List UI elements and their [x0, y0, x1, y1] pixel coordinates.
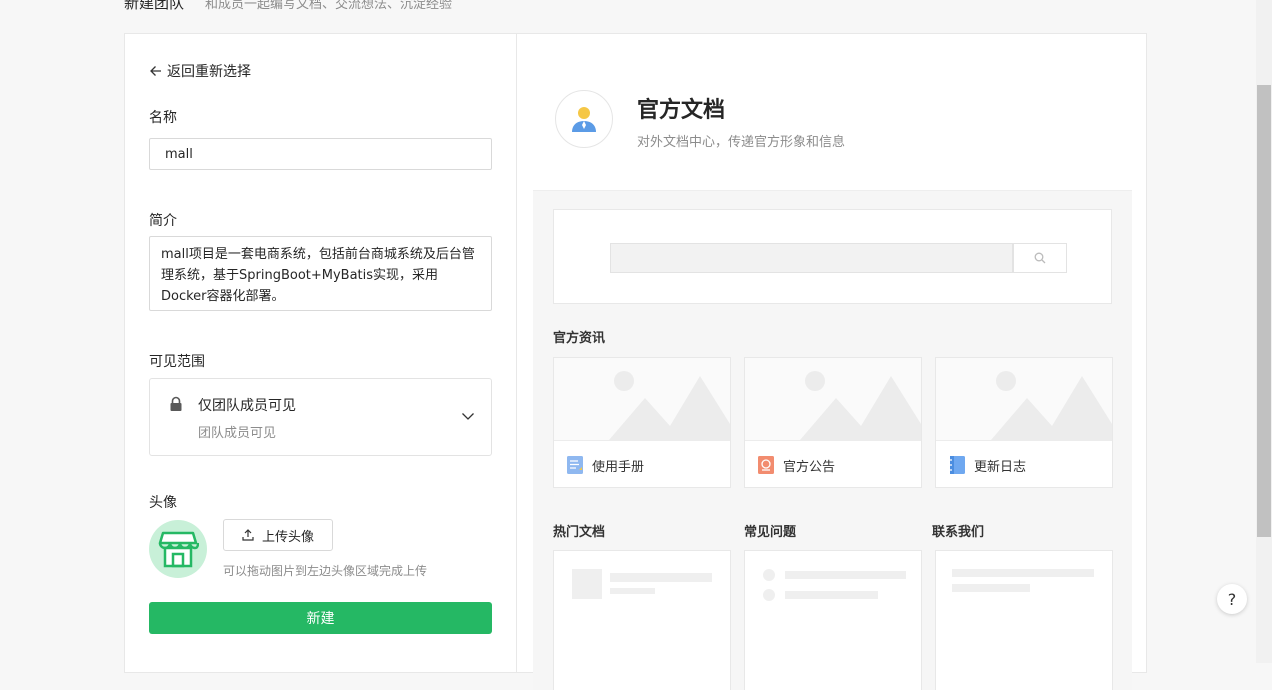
image-placeholder — [936, 358, 1112, 441]
announcement-icon — [758, 456, 774, 474]
scrollbar-thumb[interactable] — [1257, 85, 1271, 537]
thumbnail-placeholder — [572, 569, 602, 599]
image-placeholder — [745, 358, 921, 441]
avatar-label: 头像 — [149, 495, 177, 511]
preview-search-input — [610, 243, 1013, 273]
document-icon — [567, 456, 583, 474]
team-form: 返回重新选择 名称 简介 mall项目是一套电商系统，包括前台商城系统及后台管理… — [125, 34, 517, 672]
text-placeholder — [610, 573, 712, 582]
arrow-left-icon — [150, 66, 161, 76]
name-input[interactable] — [149, 138, 492, 170]
news-card: 官方公告 — [744, 357, 922, 488]
chevron-down-icon — [462, 413, 474, 420]
faq-card — [744, 550, 922, 690]
faq-title: 常见问题 — [744, 525, 797, 540]
text-placeholder — [785, 591, 878, 599]
create-team-card: 返回重新选择 名称 简介 mall项目是一套电商系统，包括前台商城系统及后台管理… — [124, 33, 1147, 690]
preview-team-title: 官方文档 — [637, 98, 726, 123]
text-placeholder — [785, 571, 906, 579]
image-placeholder — [554, 358, 730, 441]
news-card: 使用手册 — [553, 357, 731, 488]
news-item: 官方公告 — [757, 455, 835, 475]
news-item-label: 更新日志 — [974, 459, 1027, 475]
storefront-icon — [158, 531, 199, 568]
text-placeholder — [952, 584, 1030, 592]
back-label: 返回重新选择 — [167, 64, 251, 80]
visibility-subtitle: 团队成员可见 — [198, 426, 277, 441]
bullet-placeholder — [763, 569, 775, 581]
news-item-label: 使用手册 — [592, 459, 645, 475]
search-icon — [1034, 252, 1046, 264]
hot-docs-card — [553, 550, 731, 690]
visibility-title: 仅团队成员可见 — [198, 398, 296, 414]
news-card: 更新日志 — [935, 357, 1113, 488]
text-placeholder — [610, 588, 655, 594]
news-item: 更新日志 — [948, 455, 1026, 475]
preview-search-panel — [553, 209, 1112, 304]
preview-search-button — [1013, 243, 1067, 273]
contact-card — [935, 550, 1113, 690]
upload-avatar-button[interactable]: 上传头像 — [223, 519, 333, 551]
bullet-placeholder — [763, 589, 775, 601]
upload-icon — [242, 529, 254, 541]
contact-title: 联系我们 — [932, 525, 985, 540]
text-placeholder — [952, 569, 1094, 577]
upload-hint: 可以拖动图片到左边头像区域完成上传 — [223, 564, 428, 578]
news-item: 使用手册 — [566, 455, 644, 475]
page-header: 新建团队 和成员一起编写文档、交流想法、沉淀经验 — [0, 0, 1256, 16]
notebook-icon — [949, 456, 965, 474]
lock-icon — [170, 396, 182, 411]
preview-team-description: 对外文档中心，传递官方形象和信息 — [637, 135, 846, 150]
name-label: 名称 — [149, 110, 177, 126]
upload-avatar-label: 上传头像 — [261, 529, 314, 545]
description-label: 简介 — [149, 213, 177, 229]
preview-header: 官方文档 对外文档中心，传递官方形象和信息 — [533, 50, 1132, 191]
team-avatar — [555, 90, 613, 148]
news-item-label: 官方公告 — [783, 459, 836, 475]
description-input[interactable]: mall项目是一套电商系统，包括前台商城系统及后台管理系统，基于SpringBo… — [149, 236, 492, 311]
hot-docs-title: 热门文档 — [553, 525, 606, 540]
back-link[interactable]: 返回重新选择 — [149, 61, 251, 81]
page-title: 新建团队 — [124, 0, 185, 12]
visibility-label: 可见范围 — [149, 354, 205, 370]
news-section-title: 官方资讯 — [553, 331, 606, 346]
avatar-dropzone[interactable] — [149, 520, 207, 578]
page-subtitle: 和成员一起编写文档、交流想法、沉淀经验 — [205, 0, 453, 12]
create-team-button[interactable]: 新建 — [149, 602, 492, 634]
visibility-select[interactable]: 仅团队成员可见 团队成员可见 — [149, 378, 492, 456]
template-preview: 官方文档 对外文档中心，传递官方形象和信息 官方资讯 使用手册 官方公告 更新日… — [533, 50, 1132, 690]
person-icon — [572, 107, 596, 132]
help-button[interactable]: ? — [1217, 584, 1247, 614]
